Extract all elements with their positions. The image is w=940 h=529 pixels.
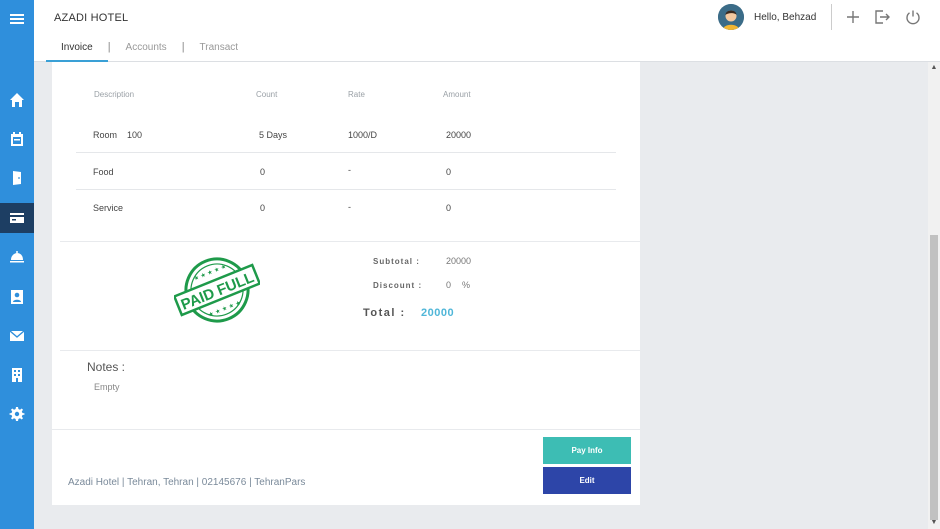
user-greeting: Hello, Behzad [754,11,817,23]
discount-unit: % [462,280,471,290]
table-row: Service 0 - 0 [76,190,616,227]
row-amount: 20000 [446,130,472,140]
mail-icon [9,330,25,341]
row-rate: - [348,165,351,175]
sidebar-item-guests[interactable] [0,282,34,312]
sidebar-item-settings[interactable] [0,399,34,429]
door-icon [13,171,21,185]
room-service-icon [10,251,24,263]
room-number: 100 [127,130,143,140]
footer-divider [52,429,640,430]
user-avatar-icon [718,4,744,30]
row-amount: 0 [446,167,452,177]
row-amount: 0 [446,203,452,213]
header-divider [831,4,832,30]
notes-value: Empty [94,382,120,392]
tab-transact[interactable]: Transact [185,38,254,62]
sidebar [0,0,34,529]
scroll-down-icon[interactable]: ▼ [930,519,938,527]
section-divider [60,241,640,242]
app-title: AZADI HOTEL [54,12,129,24]
sidebar-item-invoice[interactable] [0,203,34,233]
scroll-up-icon[interactable]: ▲ [930,64,938,72]
subtotal-value: 20000 [446,256,472,266]
column-header-amount: Amount [443,90,471,99]
sidebar-item-home[interactable] [0,85,34,115]
tab-invoice[interactable]: Invoice [46,38,108,62]
notes-title: Notes : [87,360,126,374]
avatar [718,4,744,30]
discount-value: 0 [446,280,452,290]
calendar-icon [11,132,23,146]
home-icon [10,93,24,107]
scrollbar[interactable]: ▲ ▼ [928,62,940,529]
footer-address: Azadi Hotel | Tehran, Tehran | 02145676 … [68,477,306,488]
sidebar-item-hotel[interactable] [0,360,34,390]
row-rate: 1000/D [348,130,378,140]
table-row: Room 100 5 Days 1000/D 20000 [76,116,616,153]
discount-label: Discount : [373,281,423,290]
section-divider [60,350,640,351]
building-icon [12,368,22,382]
sidebar-item-room-service[interactable] [0,242,34,272]
contact-icon [11,290,23,304]
menu-icon [10,14,24,24]
paid-full-stamp: PAID FULL ★ ★ ★ ★ ★ ★ ★ ★ ★ ★ [174,257,260,323]
table-row: Food 0 - 0 [76,153,616,190]
card-icon [10,213,24,223]
row-rate: - [348,202,351,212]
column-header-rate: Rate [348,90,365,99]
sidebar-item-messages[interactable] [0,321,34,351]
total-value: 20000 [421,307,455,319]
gear-icon [9,407,25,421]
power-button[interactable] [905,9,921,25]
logout-icon [875,10,890,24]
plus-icon [847,11,859,23]
row-count: 5 Days [259,130,288,140]
column-header-description: Description [94,90,135,99]
row-count: 0 [260,167,266,177]
column-header-count: Count [256,90,278,99]
row-description: Room [93,130,118,140]
menu-button[interactable] [0,4,34,34]
tab-accounts[interactable]: Accounts [111,38,182,62]
total-label: Total : [363,307,406,319]
user-menu[interactable]: Hello, Behzad [718,4,816,30]
scrollbar-thumb[interactable] [930,235,938,520]
sidebar-item-calendar[interactable] [0,124,34,154]
row-count: 0 [260,203,266,213]
row-description: Food [93,167,114,177]
add-button[interactable] [845,9,861,25]
tab-bar: Invoice | Accounts | Transact [46,38,253,62]
sidebar-item-rooms[interactable] [0,163,34,193]
pay-info-button[interactable]: Pay Info [543,437,631,464]
power-icon [906,10,920,25]
row-description: Service [93,203,124,213]
edit-button[interactable]: Edit [543,467,631,494]
top-header: AZADI HOTEL Invoice | Accounts | Transac… [34,0,940,62]
invoice-card: Description Count Rate Amount Room 100 5… [52,62,640,505]
logout-button[interactable] [874,9,890,25]
subtotal-label: Subtotal : [373,257,420,266]
